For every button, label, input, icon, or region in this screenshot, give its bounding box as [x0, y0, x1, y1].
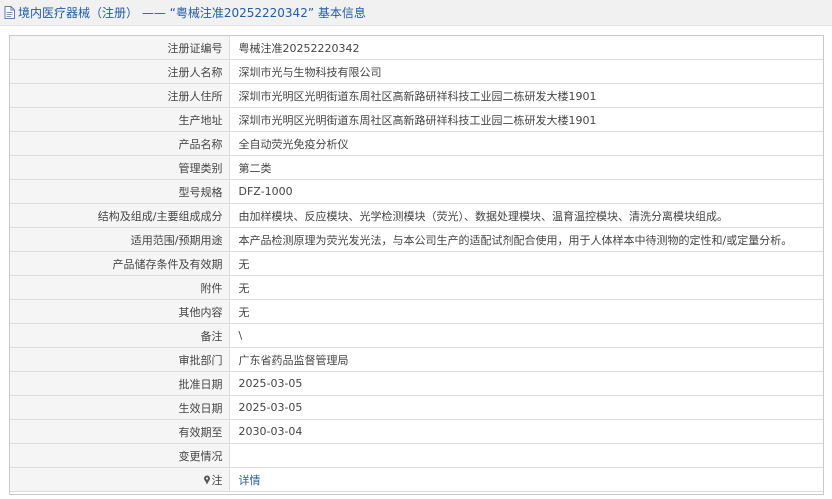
field-label: 管理类别: [10, 155, 230, 180]
table-row: 注册人住所 深圳市光明区光明街道东周社区高新路研祥科技工业园二栋研发大楼1901: [10, 83, 823, 108]
field-value-note: 详情: [228, 467, 823, 492]
field-label: 备注: [10, 323, 230, 348]
field-value: 深圳市光与生物科技有限公司: [228, 59, 823, 84]
field-value: 无: [228, 275, 823, 300]
field-value: 全自动荧光免疫分析仪: [228, 131, 823, 156]
pin-icon: [203, 475, 210, 484]
field-label: 注册人住所: [10, 83, 230, 108]
table-row: 产品储存条件及有效期无: [10, 251, 823, 276]
table-row: 有效期至 2030-03-04: [10, 419, 823, 444]
field-value: 深圳市光明区光明街道东周社区高新路研祥科技工业园二栋研发大楼1901: [228, 107, 823, 132]
table-row: 注册证编号 粤械注准20252220342: [10, 36, 823, 60]
field-label: 适用范围/预期用途: [10, 227, 230, 252]
field-value: 粤械注准20252220342: [228, 36, 823, 60]
field-label-note: 注: [10, 467, 230, 492]
field-value: 第二类: [228, 155, 823, 180]
field-label: 产品储存条件及有效期: [10, 251, 230, 276]
field-value: \: [228, 323, 823, 348]
field-value: 广东省药品监督管理局: [228, 347, 823, 372]
table-row: 生效日期 2025-03-05: [10, 395, 823, 420]
table-row: 批准日期 2025-03-05: [10, 371, 823, 396]
field-value: DFZ-1000: [228, 179, 823, 204]
field-label: 有效期至: [10, 419, 230, 444]
table-row: 变更情况: [10, 443, 823, 468]
field-label: 注册证编号: [10, 36, 230, 60]
details-link[interactable]: 详情: [239, 474, 261, 487]
table-row: 备注 \: [10, 323, 823, 348]
field-label: 附件: [10, 275, 230, 300]
document-icon: [4, 6, 15, 19]
field-label: 结构及组成/主要组成成分: [10, 203, 230, 228]
field-value: 由加样模块、反应模块、光学检测模块（荧光）、数据处理模块、温育温控模块、清洗分离…: [228, 203, 823, 228]
table-row: 结构及组成/主要组成成分 由加样模块、反应模块、光学检测模块（荧光）、数据处理模块…: [10, 203, 823, 228]
table-row: 管理类别 第二类: [10, 155, 823, 180]
field-label: 产品名称: [10, 131, 230, 156]
table-row: 其他内容无: [10, 299, 823, 324]
table-row: 适用范围/预期用途 本产品检测原理为荧光发光法，与本公司生产的适配试剂配合使用，用…: [10, 227, 823, 252]
field-label: 变更情况: [10, 443, 230, 468]
field-value: 无: [228, 251, 823, 276]
field-label: 生效日期: [10, 395, 230, 420]
note-label-wrap: 注: [203, 472, 223, 488]
table-row: 注册人名称 深圳市光与生物科技有限公司: [10, 59, 823, 84]
field-label: 审批部门: [10, 347, 230, 372]
table-row: 产品名称 全自动荧光免疫分析仪: [10, 131, 823, 156]
note-label-text: 注: [211, 473, 223, 487]
field-value: 2025-03-05: [228, 395, 823, 420]
table-row: 审批部门 广东省药品监督管理局: [10, 347, 823, 372]
field-value: [228, 443, 823, 468]
field-value: 无: [228, 299, 823, 324]
page-title: 境内医疗器械（注册） —— “粤械注准20252220342” 基本信息: [18, 6, 366, 20]
table-row: 附件无: [10, 275, 823, 300]
table-row: 型号规格 DFZ-1000: [10, 179, 823, 204]
field-label: 生产地址: [10, 107, 230, 132]
page-header: 境内医疗器械（注册） —— “粤械注准20252220342” 基本信息: [0, 0, 832, 26]
field-value: 本产品检测原理为荧光发光法，与本公司生产的适配试剂配合使用，用于人体样本中待测物…: [228, 227, 823, 252]
field-value: 2030-03-04: [228, 419, 823, 444]
table-row-note: 注 详情: [10, 467, 823, 492]
field-value: 2025-03-05: [228, 371, 823, 396]
field-label: 注册人名称: [10, 59, 230, 84]
field-label: 其他内容: [10, 299, 230, 324]
field-label: 型号规格: [10, 179, 230, 204]
field-value: 深圳市光明区光明街道东周社区高新路研祥科技工业园二栋研发大楼1901: [228, 83, 823, 108]
field-label: 批准日期: [10, 371, 230, 396]
table-row: 生产地址 深圳市光明区光明街道东周社区高新路研祥科技工业园二栋研发大楼1901: [10, 107, 823, 132]
detail-table: 注册证编号 粤械注准20252220342 注册人名称 深圳市光与生物科技有限公司 注册…: [10, 36, 823, 492]
detail-panel: 注册证编号 粤械注准20252220342 注册人名称 深圳市光与生物科技有限公司 注册…: [9, 35, 824, 495]
